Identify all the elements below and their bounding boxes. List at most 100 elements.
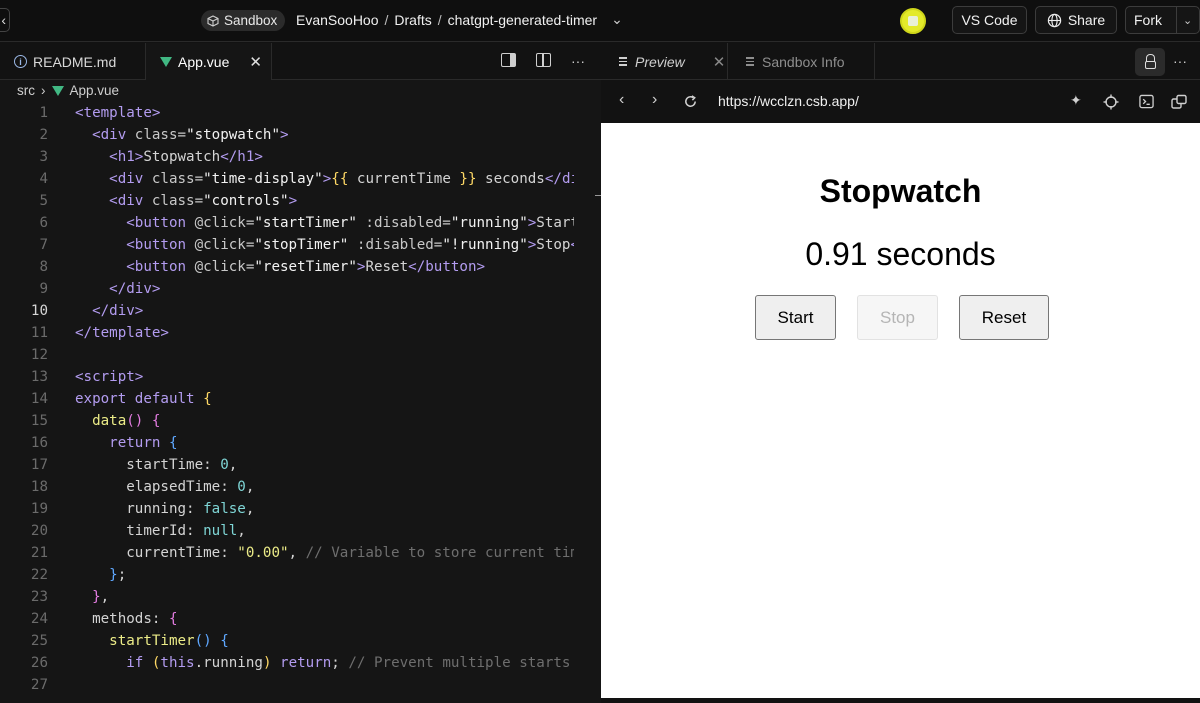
code-line[interactable]: 14 export default { [0, 388, 601, 410]
code-text: running: false, [48, 498, 574, 520]
code-text: timerId: null, [48, 520, 574, 542]
tab-label: Sandbox Info [762, 53, 845, 70]
share-button[interactable]: Share [1035, 6, 1117, 34]
code-token: class= [143, 193, 204, 209]
split-editor-icon[interactable] [536, 53, 551, 67]
close-icon[interactable]: ✕ [249, 53, 262, 71]
start-button[interactable]: Start [755, 295, 836, 340]
code-token: </button> [570, 237, 574, 253]
code-line[interactable]: 23 }, [0, 586, 601, 608]
refresh-icon[interactable] [683, 94, 698, 109]
code-line[interactable]: 22 }; [0, 564, 601, 586]
code-token: @click= [186, 237, 255, 253]
chevron-down-icon[interactable]: ⌄ [611, 11, 623, 28]
code-line[interactable]: 20 timerId: null, [0, 520, 601, 542]
sparkle-icon[interactable]: ✦ [1070, 92, 1082, 109]
lock-button[interactable] [1135, 48, 1165, 76]
code-line[interactable]: 27 [0, 674, 601, 696]
code-token: Stop [536, 237, 571, 253]
code-token: "stopTimer" [254, 237, 349, 253]
vscode-button[interactable]: VS Code [952, 6, 1027, 34]
code-line[interactable]: 4 <div class="time-display">{{ currentTi… [0, 168, 601, 190]
code-token: <button [126, 215, 187, 231]
code-line[interactable]: 6 <button @click="startTimer" :disabled=… [0, 212, 601, 234]
code-line[interactable]: 11 </template> [0, 322, 601, 344]
breadcrumb-file[interactable]: App.vue [70, 83, 120, 98]
code-area[interactable]: 1 <template> 2 <div class="stopwatch"> 3 <h… [0, 102, 601, 696]
code-line[interactable]: 18 elapsedTime: 0, [0, 476, 601, 498]
code-text: }; [48, 564, 574, 586]
code-line[interactable]: 25 startTimer() { [0, 630, 601, 652]
crumb-owner[interactable]: EvanSooHoo [296, 12, 379, 28]
code-line[interactable]: 26 if (this.running) return; // Prevent … [0, 652, 601, 674]
code-line[interactable]: 10 </div> [0, 300, 601, 322]
code-line[interactable]: 13 <script> [0, 366, 601, 388]
preview-pane: Preview ✕ Sandbox Info ··· ‹ › https://w… [601, 43, 1200, 703]
code-token: false [203, 501, 246, 517]
sandbox-badge[interactable]: Sandbox [201, 10, 286, 31]
code-token: methods: [75, 611, 169, 627]
code-token: , [228, 457, 238, 473]
forward-icon[interactable]: › [652, 91, 657, 109]
code-token: <div [109, 171, 144, 187]
fork-button[interactable]: Fork ⌄ [1125, 6, 1200, 34]
url-field[interactable]: https://wcclzn.csb.app/ [718, 93, 859, 109]
code-token: Stopwatch [143, 149, 221, 165]
code-line[interactable]: 17 startTime: 0, [0, 454, 601, 476]
line-number: 5 [39, 193, 48, 209]
code-line[interactable]: 7 <button @click="stopTimer" :disabled="… [0, 234, 601, 256]
code-token: "0.00" [237, 545, 289, 561]
code-line[interactable]: 21 currentTime: "0.00", // Variable to s… [0, 542, 601, 564]
open-in-window-icon[interactable] [1171, 94, 1187, 110]
close-icon[interactable]: ✕ [713, 53, 726, 71]
code-line[interactable]: 15 data() { [0, 410, 601, 432]
tab-preview[interactable]: Preview ✕ [619, 43, 726, 80]
lock-icon [1144, 53, 1156, 69]
more-icon[interactable]: ··· [571, 53, 585, 69]
tab-sandbox-info[interactable]: Sandbox Info [727, 43, 875, 80]
code-line[interactable]: 9 </div> [0, 278, 601, 300]
collapse-sidebar-button[interactable]: ‹ [0, 8, 10, 32]
code-line[interactable]: 5 <div class="controls"> [0, 190, 601, 212]
code-line[interactable]: 3 <h1>Stopwatch</h1> [0, 146, 601, 168]
reset-button[interactable]: Reset [959, 295, 1049, 340]
tab-readme[interactable]: i README.md [14, 43, 116, 80]
code-text: <script> [48, 366, 574, 388]
more-icon[interactable]: ··· [1173, 53, 1187, 69]
code-line[interactable]: 16 return { [0, 432, 601, 454]
code-line[interactable]: 1 <template> [0, 102, 601, 124]
chevron-down-icon[interactable]: ⌄ [1176, 6, 1192, 34]
code-text: <button @click="startTimer" :disabled="r… [48, 212, 574, 234]
toggle-preview-icon[interactable] [501, 53, 516, 67]
tab-app-vue[interactable]: App.vue ✕ [145, 43, 272, 80]
code-line[interactable]: 2 <div class="stopwatch"> [0, 124, 601, 146]
code-token: 0 [220, 457, 229, 473]
code-token: <h1> [109, 149, 144, 165]
info-icon: i [14, 55, 27, 68]
code-text: if (this.running) return; // Prevent mul… [48, 652, 574, 674]
code-line[interactable]: 24 methods: { [0, 608, 601, 630]
avatar[interactable] [900, 8, 926, 34]
code-token: , [237, 523, 246, 539]
code-line[interactable]: 8 <button @click="resetTimer">Reset</but… [0, 256, 601, 278]
code-token: } [92, 589, 101, 605]
crosshair-icon[interactable] [1103, 94, 1119, 110]
stop-button: Stop [857, 295, 938, 340]
crumb-project[interactable]: chatgpt-generated-timer [448, 12, 597, 28]
code-line[interactable]: 19 running: false, [0, 498, 601, 520]
code-token: this [160, 655, 195, 671]
line-number: 1 [39, 105, 48, 121]
tab-label: README.md [33, 53, 117, 70]
back-icon[interactable]: ‹ [619, 91, 624, 109]
terminal-icon[interactable] [1139, 94, 1154, 109]
crumb-folder[interactable]: Drafts [394, 12, 431, 28]
code-line[interactable]: 12 [0, 344, 601, 366]
code-text: </template> [48, 322, 574, 344]
breadcrumb-folder[interactable]: src [17, 83, 35, 98]
code-token: startTimer [109, 633, 195, 649]
code-token: </div> [109, 281, 161, 297]
line-number: 6 [39, 215, 48, 231]
